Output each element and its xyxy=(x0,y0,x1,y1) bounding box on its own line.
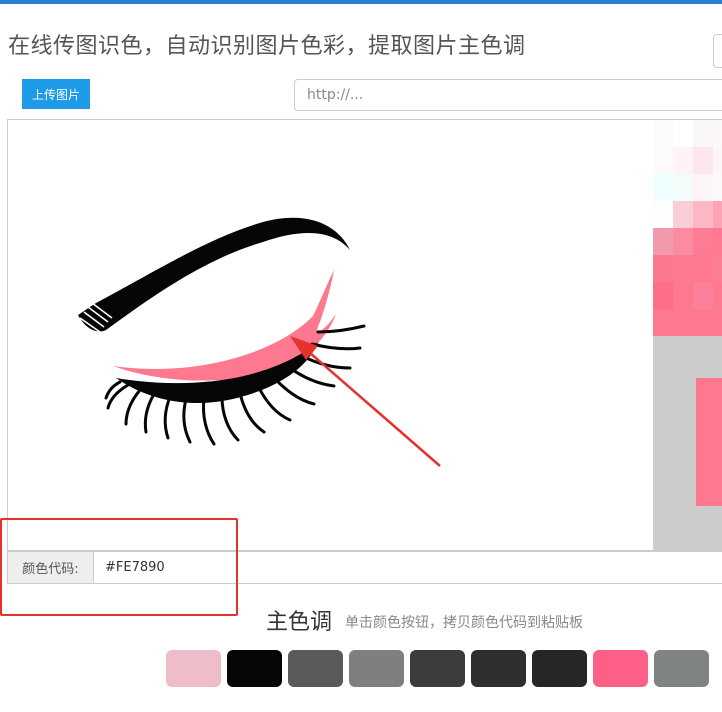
annotation-arrow xyxy=(290,336,441,467)
color-swatch-button[interactable] xyxy=(532,650,587,687)
palette-hint: 单击颜色按钮，拷贝颜色代码到粘贴板 xyxy=(345,615,583,631)
color-swatch-button[interactable] xyxy=(410,650,465,687)
color-swatch-button[interactable] xyxy=(593,650,648,687)
color-swatch-button[interactable] xyxy=(166,650,221,687)
color-swatch-button[interactable] xyxy=(654,650,709,687)
palette-title: 主色调 xyxy=(266,610,333,635)
color-swatch-button[interactable] xyxy=(349,650,404,687)
color-swatch-button[interactable] xyxy=(471,650,526,687)
color-swatch-button[interactable] xyxy=(227,650,282,687)
color-swatch-button[interactable] xyxy=(288,650,343,687)
